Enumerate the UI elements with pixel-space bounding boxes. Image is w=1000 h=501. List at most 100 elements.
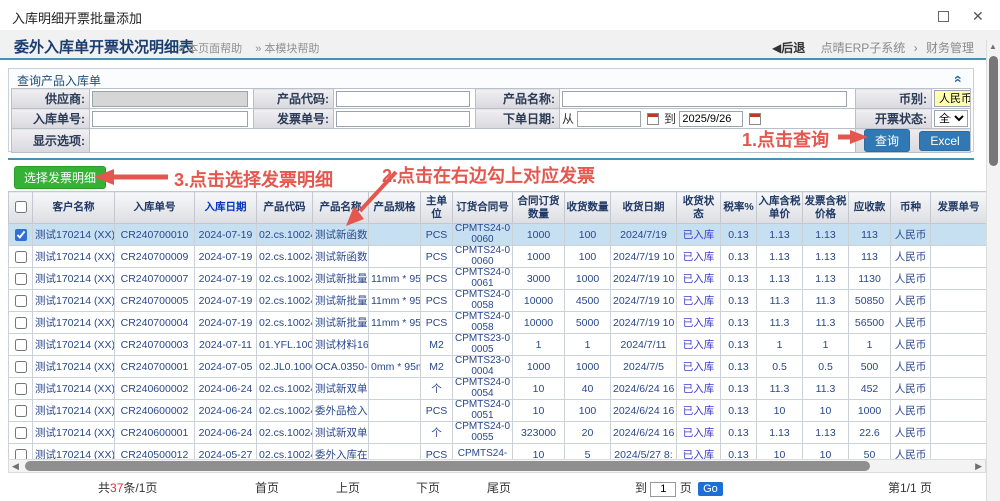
- cell-contract-no: CPMTS23-00005: [453, 334, 513, 356]
- invoice-status-select[interactable]: 全部: [934, 110, 968, 127]
- cell-inbound-date: 2024-07-19: [195, 290, 257, 312]
- date-to-input[interactable]: [679, 111, 743, 127]
- col-header-invoice-price[interactable]: 发票含税价格: [803, 192, 849, 224]
- module-help-link[interactable]: » 本模块帮助: [255, 43, 319, 55]
- excel-button[interactable]: Excel: [919, 131, 970, 151]
- scroll-left-icon[interactable]: ◀: [12, 461, 19, 472]
- cell-tax-rate: 0.13: [721, 378, 757, 400]
- cell-product-name: 测试新批量领: [313, 290, 369, 312]
- row-checkbox[interactable]: [15, 273, 27, 285]
- display-options-label: 显示选项:: [12, 129, 90, 153]
- row-checkbox[interactable]: [15, 405, 27, 417]
- cell-contract-qty: 10000: [513, 312, 565, 334]
- page-help-link[interactable]: » 本页面帮助: [178, 43, 242, 55]
- last-page-link[interactable]: 尾页: [487, 479, 511, 496]
- cell-invoice-price: 10: [803, 400, 849, 422]
- col-header-unit-price[interactable]: 入库含税单价: [757, 192, 803, 224]
- annotation-step2: 2.点击在右边勾上对应发票: [382, 162, 595, 188]
- cell-receivable: 50: [849, 444, 891, 460]
- inbound-no-input[interactable]: [92, 111, 248, 127]
- row-checkbox[interactable]: [15, 361, 27, 373]
- cell-unit: M2: [421, 356, 453, 378]
- select-all-checkbox[interactable]: [15, 201, 27, 213]
- cell-customer: 测试170214 (XX): [33, 444, 115, 460]
- cell-unit-price: 10: [757, 444, 803, 460]
- col-header-contract-qty[interactable]: 合同订货数量: [513, 192, 565, 224]
- cell-unit-price: 1.13: [757, 224, 803, 246]
- scroll-up-icon[interactable]: ▲: [989, 42, 997, 51]
- row-checkbox[interactable]: [15, 383, 27, 395]
- vertical-scrollbar: ▲: [986, 40, 1000, 501]
- col-header-contract-no[interactable]: 订货合同号: [453, 192, 513, 224]
- supplier-input[interactable]: [92, 91, 248, 107]
- col-header-tax-rate[interactable]: 税率%: [721, 192, 757, 224]
- row-checkbox[interactable]: [15, 317, 27, 329]
- row-checkbox[interactable]: [15, 251, 27, 263]
- go-button[interactable]: Go: [698, 482, 723, 496]
- col-header-customer[interactable]: 客户名称: [33, 192, 115, 224]
- col-header-inbound-date[interactable]: 入库日期: [195, 192, 257, 224]
- cell-receivable: 452: [849, 378, 891, 400]
- page-number-input[interactable]: [650, 482, 676, 497]
- row-checkbox[interactable]: [15, 229, 27, 241]
- cell-contract-qty: 323000: [513, 422, 565, 444]
- col-header-product-spec[interactable]: 产品规格: [369, 192, 421, 224]
- product-code-input[interactable]: [336, 91, 470, 107]
- breadcrumb-module[interactable]: 财务管理: [926, 41, 974, 55]
- supplier-label: 供应商:: [12, 89, 90, 109]
- breadcrumb-system[interactable]: 点晴ERP子系统: [821, 41, 906, 55]
- col-header-product-code[interactable]: 产品代码: [257, 192, 313, 224]
- col-header-inbound-no[interactable]: 入库单号: [115, 192, 195, 224]
- close-icon[interactable]: ✕: [972, 8, 984, 25]
- col-header-received-date[interactable]: 收货日期: [611, 192, 677, 224]
- horizontal-scrollbar-thumb[interactable]: [25, 461, 870, 471]
- row-checkbox[interactable]: [15, 449, 27, 460]
- cell-receivable: 1: [849, 334, 891, 356]
- cell-contract-qty: 10: [513, 444, 565, 460]
- select-invoice-detail-button[interactable]: 选择发票明细: [14, 166, 106, 189]
- calendar-icon[interactable]: [647, 113, 659, 125]
- search-button[interactable]: 查询: [864, 129, 910, 152]
- col-header-received-status[interactable]: 收货状态: [677, 192, 721, 224]
- row-checkbox[interactable]: [15, 427, 27, 439]
- col-header-received-qty[interactable]: 收货数量: [565, 192, 611, 224]
- cell-tax-rate: 0.13: [721, 312, 757, 334]
- first-page-link[interactable]: 首页: [255, 479, 279, 496]
- row-checkbox[interactable]: [15, 339, 27, 351]
- calendar-icon[interactable]: [749, 113, 761, 125]
- collapse-icon[interactable]: «: [951, 75, 967, 83]
- table-row: 测试170214 (XX) CR240700009 2024-07-19 02.…: [9, 246, 987, 268]
- col-header-product-name[interactable]: 产品名称: [313, 192, 369, 224]
- cell-received-date: 2024/7/11: [611, 334, 677, 356]
- prev-page-link[interactable]: 上页: [336, 479, 360, 496]
- cell-inbound-no: CR240700010: [115, 224, 195, 246]
- invoice-no-input[interactable]: [336, 111, 470, 127]
- vertical-scrollbar-thumb[interactable]: [989, 56, 998, 166]
- maximize-icon[interactable]: [938, 11, 949, 22]
- cell-unit: M2: [421, 334, 453, 356]
- cell-received-date: 2024/6/24 16: [611, 378, 677, 400]
- horizontal-scrollbar: ◀ ▶: [8, 459, 986, 473]
- cell-invoice-no: [931, 312, 987, 334]
- cell-invoice-price: 11.3: [803, 290, 849, 312]
- scroll-right-icon[interactable]: ▶: [975, 461, 982, 472]
- cell-receivable: 1130: [849, 268, 891, 290]
- cell-customer: 测试170214 (XX): [33, 356, 115, 378]
- back-button[interactable]: ◀后退: [772, 41, 805, 55]
- col-header-receivable[interactable]: 应收款: [849, 192, 891, 224]
- next-page-link[interactable]: 下页: [416, 479, 440, 496]
- col-header-invoice-no[interactable]: 发票单号: [931, 192, 987, 224]
- col-header-unit[interactable]: 主单位: [421, 192, 453, 224]
- row-checkbox[interactable]: [15, 295, 27, 307]
- product-name-input[interactable]: [562, 91, 847, 107]
- table-row: 测试170214 (XX) CR240700005 2024-07-19 02.…: [9, 290, 987, 312]
- cell-unit: PCS: [421, 246, 453, 268]
- table-row: 测试170214 (XX) CR240600002 2024-06-24 02.…: [9, 378, 987, 400]
- cell-invoice-no: [931, 444, 987, 460]
- cell-invoice-price: 0.5: [803, 356, 849, 378]
- cell-unit-price: 1.13: [757, 268, 803, 290]
- currency-select[interactable]: 人民币: [934, 90, 971, 107]
- date-from-input[interactable]: [577, 111, 641, 127]
- cell-invoice-no: [931, 290, 987, 312]
- col-header-currency[interactable]: 币种: [891, 192, 931, 224]
